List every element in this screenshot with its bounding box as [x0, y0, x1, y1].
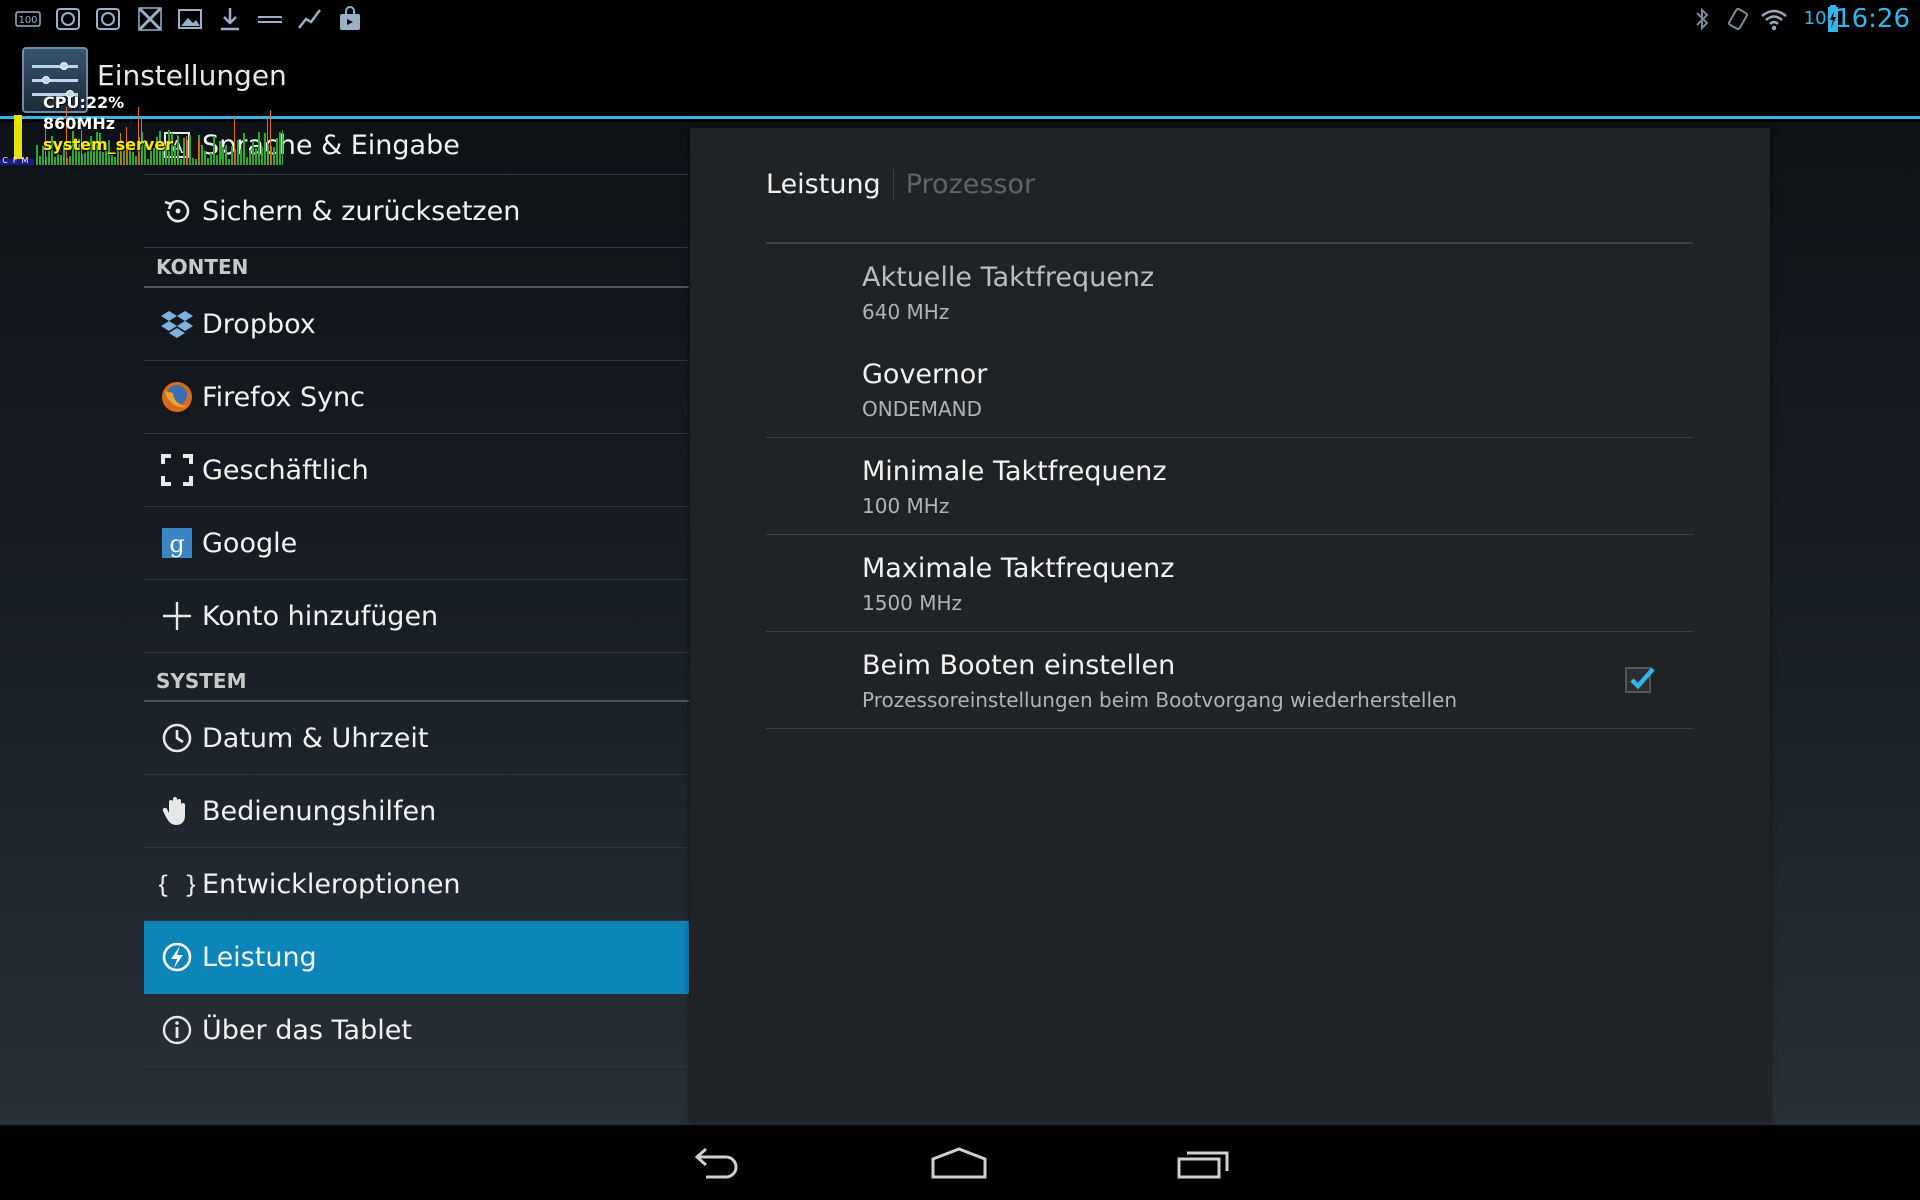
section-header-system: SYSTEM — [144, 662, 689, 702]
list-item-label: Google — [202, 527, 298, 559]
pref-title: Maximale Taktfrequenz — [862, 553, 1175, 584]
action-bar: Einstellungen — [0, 39, 1920, 119]
corporate-frame-icon — [152, 445, 202, 495]
list-item-label: Leistung — [202, 941, 317, 973]
shopping-bag-icon[interactable] — [334, 4, 366, 34]
checkmark-icon — [1630, 667, 1655, 690]
clock-icon — [152, 713, 202, 763]
detail-tabs: Leistung Prozessor — [766, 164, 1035, 204]
set-on-boot-checkbox[interactable] — [1625, 667, 1655, 693]
list-item-add-account[interactable]: Konto hinzufügen — [144, 580, 689, 653]
pref-summary: 640 MHz — [862, 300, 950, 324]
svg-text:A: A — [171, 137, 184, 158]
list-item-dropbox[interactable]: Dropbox — [144, 288, 689, 361]
list-item-date-time[interactable]: Datum & Uhrzeit — [144, 702, 689, 775]
pref-summary: Prozessoreinstellungen beim Bootvorgang … — [862, 688, 1457, 712]
settings-sliders-icon[interactable] — [22, 47, 88, 113]
back-button[interactable] — [666, 1133, 766, 1193]
list-item-language-input[interactable]: A Sprache & Eingabe — [144, 116, 689, 175]
language-input-icon: A — [152, 120, 202, 170]
pref-current-frequency[interactable]: Aktuelle Taktfrequenz 640 MHz — [766, 244, 1693, 341]
list-item-label: Datum & Uhrzeit — [202, 722, 429, 754]
tab-performance[interactable]: Leistung — [766, 169, 893, 200]
chart-icon[interactable] — [294, 4, 326, 34]
detail-panel: Leistung Prozessor Aktuelle Taktfrequenz… — [690, 128, 1770, 1122]
image-icon[interactable] — [174, 4, 206, 34]
dropbox-icon — [152, 299, 202, 349]
keyboard-icon[interactable] — [254, 4, 286, 34]
section-header-accounts: KONTEN — [144, 248, 689, 288]
counter-badge-icon[interactable]: 100 — [12, 4, 44, 34]
navigation-bar — [0, 1125, 1920, 1200]
list-item-label: Firefox Sync — [202, 381, 366, 413]
list-item-label: Bedienungshilfen — [202, 795, 437, 827]
wifi-icon — [1758, 4, 1790, 34]
list-item-label: Geschäftlich — [202, 454, 369, 486]
svg-text:{ }: { } — [159, 871, 195, 899]
back-icon — [694, 1147, 738, 1179]
pref-title: Aktuelle Taktfrequenz — [862, 262, 1155, 293]
screen-rotation-icon — [1722, 4, 1754, 34]
recent-apps-button[interactable] — [1153, 1133, 1253, 1193]
list-item-google[interactable]: g Google — [144, 507, 689, 580]
status-bar: 100 100 16:26 — [0, 0, 1920, 39]
list-item-developer-options[interactable]: { } Entwickleroptionen — [144, 848, 689, 921]
list-item-label: Dropbox — [202, 308, 316, 340]
firefox-icon — [152, 372, 202, 422]
list-item-corporate[interactable]: Geschäftlich — [144, 434, 689, 507]
list-item-firefox-sync[interactable]: Firefox Sync — [144, 361, 689, 434]
list-item-label: Sprache & Eingabe — [202, 129, 460, 161]
list-item-about-tablet[interactable]: Über das Tablet — [144, 994, 689, 1067]
main-content: A Sprache & Eingabe Sichern & zurücksetz… — [0, 122, 1920, 1125]
pref-governor[interactable]: Governor ONDEMAND — [766, 341, 1693, 438]
hand-icon — [152, 786, 202, 836]
list-item-label: Sichern & zurücksetzen — [202, 195, 521, 227]
app-notification-icon[interactable] — [92, 4, 124, 34]
recent-apps-icon — [1177, 1151, 1229, 1179]
home-button[interactable] — [909, 1133, 1009, 1193]
bluetooth-icon — [1686, 4, 1718, 34]
pref-summary: ONDEMAND — [862, 397, 983, 421]
braces-icon: { } — [152, 859, 202, 909]
app-title: Einstellungen — [97, 59, 287, 92]
list-item-label: Entwickleroptionen — [202, 868, 461, 900]
info-icon — [152, 1005, 202, 1055]
performance-bolt-icon — [152, 932, 202, 982]
backup-reset-icon — [152, 186, 202, 236]
download-icon[interactable] — [214, 4, 246, 34]
svg-text:100: 100 — [18, 15, 37, 26]
pref-min-frequency[interactable]: Minimale Taktfrequenz 100 MHz — [766, 438, 1693, 535]
google-icon: g — [152, 518, 202, 568]
app-notification-icon[interactable] — [52, 4, 84, 34]
pref-max-frequency[interactable]: Maximale Taktfrequenz 1500 MHz — [766, 535, 1693, 632]
pref-title: Governor — [862, 359, 988, 390]
pref-summary: 1500 MHz — [862, 591, 963, 615]
list-item-label: Konto hinzufügen — [202, 600, 439, 632]
pref-summary: 100 MHz — [862, 494, 950, 518]
list-item-backup-reset[interactable]: Sichern & zurücksetzen — [144, 175, 689, 248]
list-item-accessibility[interactable]: Bedienungshilfen — [144, 775, 689, 848]
pref-title: Beim Booten einstellen — [862, 650, 1176, 681]
tab-processor[interactable]: Prozessor — [892, 168, 1035, 200]
settings-list: A Sprache & Eingabe Sichern & zurücksetz… — [144, 122, 689, 1125]
list-item-label: Über das Tablet — [202, 1014, 412, 1046]
svg-text:g: g — [169, 530, 184, 558]
tools-icon[interactable] — [134, 4, 166, 34]
clock: 16:26 — [1835, 4, 1910, 34]
list-item-performance[interactable]: Leistung — [144, 921, 689, 994]
home-icon — [931, 1147, 987, 1179]
plus-icon — [152, 591, 202, 641]
pref-set-on-boot[interactable]: Beim Booten einstellen Prozessoreinstell… — [766, 632, 1693, 729]
pref-title: Minimale Taktfrequenz — [862, 456, 1167, 487]
